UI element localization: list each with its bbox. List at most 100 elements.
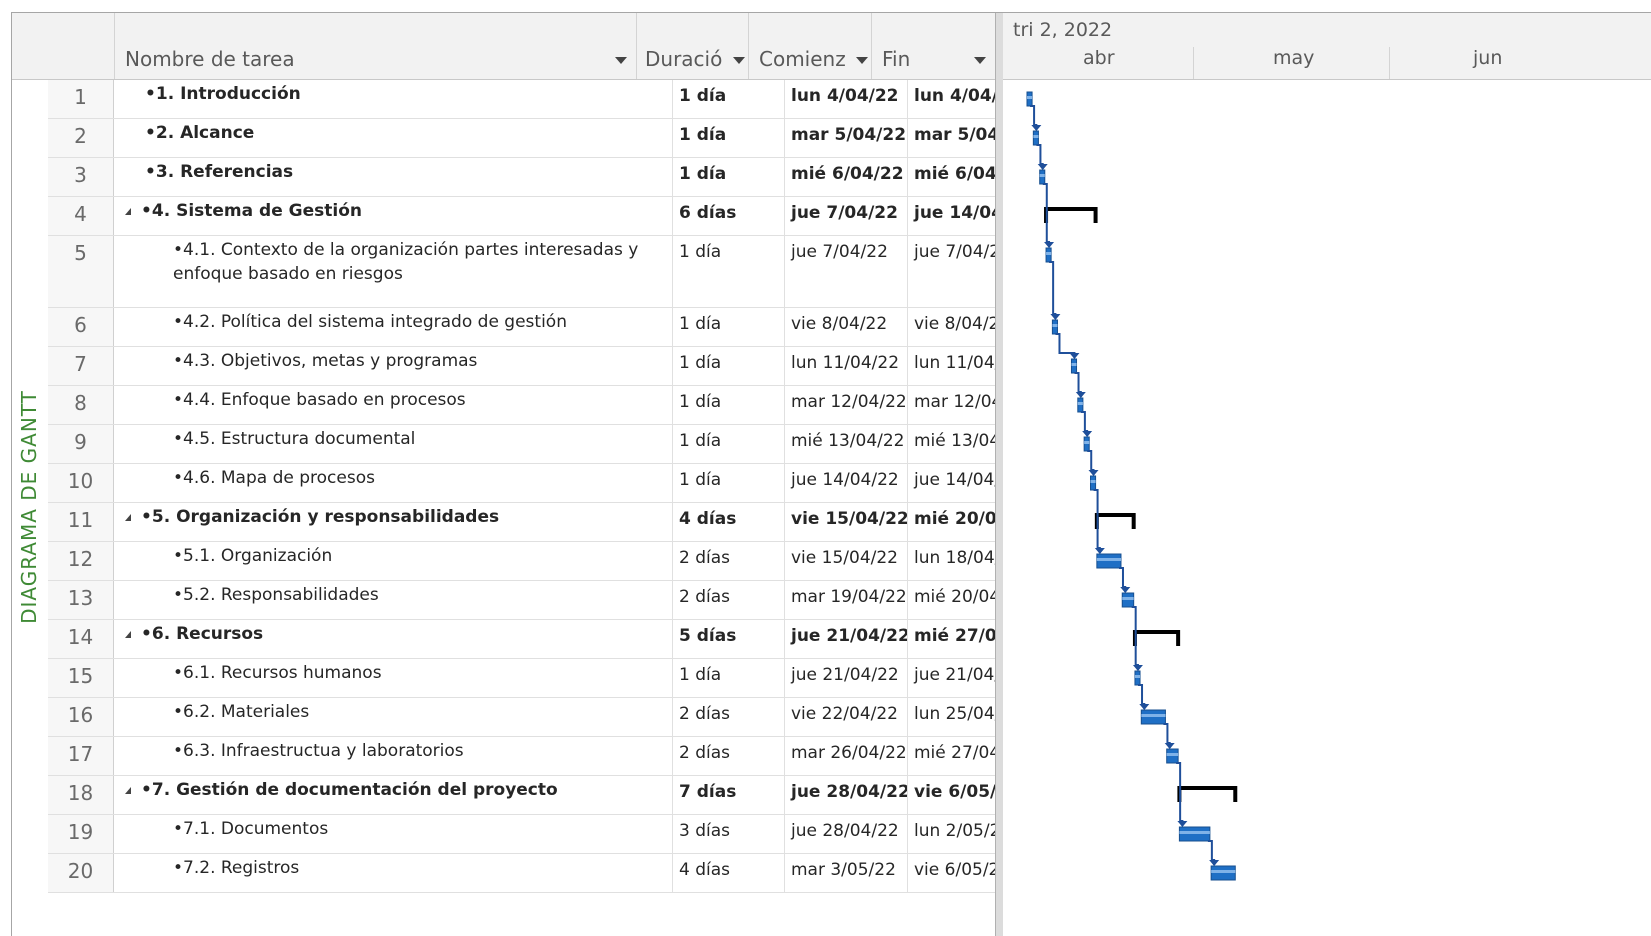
chevron-down-icon[interactable] [615,57,627,64]
task-name-cell[interactable]: •5.2. Responsabilidades [115,581,673,619]
table-row[interactable]: 9 •4.5. Estructura documental 1 día mié 13/… [48,425,1043,464]
table-row[interactable]: 12 •5.1. Organización 2 días vie 15/04/22 lu… [48,542,1043,581]
task-name-cell[interactable]: •4.3. Objetivos, metas y programas [115,347,673,385]
row-number[interactable]: 4 [48,197,114,235]
row-number[interactable]: 19 [48,815,114,853]
task-name-cell[interactable]: •4.4. Enfoque basado en procesos [115,386,673,424]
chevron-down-icon[interactable] [974,57,986,64]
duration-cell[interactable]: 2 días [673,698,785,736]
duration-cell[interactable]: 3 días [673,815,785,853]
start-cell[interactable]: jue 28/04/22 [785,776,908,814]
start-cell[interactable]: vie 15/04/22 [785,503,908,541]
duration-cell[interactable]: 1 día [673,158,785,196]
duration-cell[interactable]: 1 día [673,119,785,157]
table-row[interactable]: 19 •7.1. Documentos 3 días jue 28/04/22 lun … [48,815,1043,854]
duration-cell[interactable]: 5 días [673,620,785,658]
summary-bar[interactable] [1044,207,1098,223]
summary-bar[interactable] [1177,786,1238,802]
start-cell[interactable]: vie 22/04/22 [785,698,908,736]
collapse-triangle-icon[interactable] [125,786,131,794]
collapse-triangle-icon[interactable] [125,630,131,638]
row-number[interactable]: 16 [48,698,114,736]
row-number[interactable]: 2 [48,119,114,157]
table-row[interactable]: 16 •6.2. Materiales 2 días vie 22/04/22 lun … [48,698,1043,737]
row-number[interactable]: 7 [48,347,114,385]
table-row[interactable]: 18 •7. Gestión de documentación del proye… [48,776,1043,815]
chevron-down-icon[interactable] [856,57,868,64]
start-cell[interactable]: jue 14/04/22 [785,464,908,502]
task-name-cell[interactable]: •7.2. Registros [115,854,673,892]
task-name-cell[interactable]: •2. Alcance [115,119,673,157]
summary-bar[interactable] [1094,513,1136,529]
collapse-triangle-icon[interactable] [125,207,131,215]
start-cell[interactable]: lun 4/04/22 [785,80,908,118]
task-name-cell[interactable]: •6. Recursos [115,620,673,658]
row-number[interactable]: 20 [48,854,114,892]
duration-cell[interactable]: 1 día [673,80,785,118]
duration-cell[interactable]: 4 días [673,854,785,892]
row-number[interactable]: 15 [48,659,114,697]
duration-cell[interactable]: 1 día [673,347,785,385]
task-name-cell[interactable]: •6.1. Recursos humanos [115,659,673,697]
start-cell[interactable]: mar 12/04/22 [785,386,908,424]
task-name-cell[interactable]: •4. Sistema de Gestión [115,197,673,235]
table-row[interactable]: 4 •4. Sistema de Gestión 6 días jue 7/04/22… [48,197,1043,236]
duration-cell[interactable]: 1 día [673,425,785,463]
start-cell[interactable]: lun 11/04/22 [785,347,908,385]
row-number[interactable]: 6 [48,308,114,346]
duration-cell[interactable]: 1 día [673,386,785,424]
duration-cell[interactable]: 1 día [673,464,785,502]
duration-cell[interactable]: 1 día [673,659,785,697]
row-number[interactable]: 11 [48,503,114,541]
row-number[interactable]: 5 [48,236,114,307]
task-name-cell[interactable]: •4.5. Estructura documental [115,425,673,463]
column-header-finish[interactable]: Fin [871,13,996,79]
start-cell[interactable]: mar 26/04/22 [785,737,908,775]
table-row[interactable]: 17 •6.3. Infraestructua y laboratorios 2 d… [48,737,1043,776]
table-row[interactable]: 20 •7.2. Registros 4 días mar 3/05/22 vie 6/… [48,854,1043,893]
row-number[interactable]: 14 [48,620,114,658]
row-number[interactable]: 8 [48,386,114,424]
column-header-duration[interactable]: Duració [636,13,749,79]
task-name-cell[interactable]: •6.3. Infraestructua y laboratorios [115,737,673,775]
start-cell[interactable]: jue 21/04/22 [785,659,908,697]
duration-cell[interactable]: 6 días [673,197,785,235]
table-row[interactable]: 6 •4.2. Política del sistema integrado de… [48,308,1043,347]
column-header-start[interactable]: Comienz [748,13,872,79]
row-number[interactable]: 10 [48,464,114,502]
start-cell[interactable]: mar 3/05/22 [785,854,908,892]
task-name-cell[interactable]: •7.1. Documentos [115,815,673,853]
row-number[interactable]: 13 [48,581,114,619]
row-number[interactable]: 12 [48,542,114,580]
duration-cell[interactable]: 1 día [673,236,785,307]
row-number[interactable]: 18 [48,776,114,814]
start-cell[interactable]: jue 21/04/22 [785,620,908,658]
column-header-task-name[interactable]: Nombre de tarea [114,13,637,79]
task-name-cell[interactable]: •1. Introducción [115,80,673,118]
task-name-cell[interactable]: •5. Organización y responsabilidades [115,503,673,541]
table-row[interactable]: 14 •6. Recursos 5 días jue 21/04/22 mié 27/0… [48,620,1043,659]
start-cell[interactable]: jue 7/04/22 [785,197,908,235]
start-cell[interactable]: mié 6/04/22 [785,158,908,196]
start-cell[interactable]: jue 28/04/22 [785,815,908,853]
row-number[interactable]: 3 [48,158,114,196]
table-row[interactable]: 5 •4.1. Contexto de la organización parte… [48,236,1043,308]
start-cell[interactable]: mar 19/04/22 [785,581,908,619]
task-name-cell[interactable]: •4.2. Política del sistema integrado de … [115,308,673,346]
chevron-down-icon[interactable] [733,57,745,64]
row-number[interactable]: 17 [48,737,114,775]
row-number[interactable]: 1 [48,80,114,118]
table-row[interactable]: 13 •5.2. Responsabilidades 2 días mar 19/04… [48,581,1043,620]
start-cell[interactable]: vie 15/04/22 [785,542,908,580]
table-row[interactable]: 3 •3. Referencias 1 día mié 6/04/22 mié 6/04… [48,158,1043,197]
task-name-cell[interactable]: •3. Referencias [115,158,673,196]
task-name-cell[interactable]: •4.6. Mapa de procesos [115,464,673,502]
select-all-corner[interactable] [48,13,114,79]
collapse-triangle-icon[interactable] [125,513,131,521]
task-name-cell[interactable]: •5.1. Organización [115,542,673,580]
duration-cell[interactable]: 2 días [673,737,785,775]
duration-cell[interactable]: 4 días [673,503,785,541]
table-row[interactable]: 8 •4.4. Enfoque basado en procesos 1 día ma… [48,386,1043,425]
task-name-cell[interactable]: •4.1. Contexto de la organización partes… [115,236,673,307]
duration-cell[interactable]: 2 días [673,542,785,580]
